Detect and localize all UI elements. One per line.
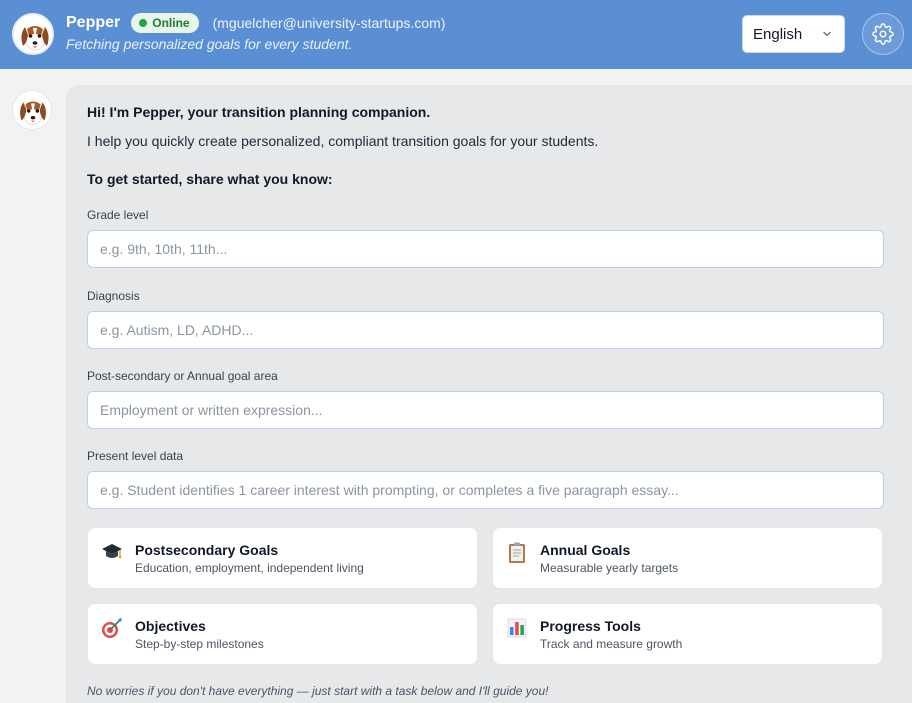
header-subtitle: Fetching personalized goals for every st… (66, 36, 353, 52)
grade-level-label: Grade level (87, 208, 149, 222)
graduation-cap-icon (102, 544, 122, 559)
postsecondary-goals-card[interactable]: Postsecondary Goals Education, employmen… (87, 527, 478, 589)
assistant-avatar (12, 90, 52, 130)
card-title: Postsecondary Goals (135, 542, 279, 558)
diagnosis-label: Diagnosis (87, 289, 140, 303)
annual-goals-card[interactable]: Annual Goals Measurable yearly targets (492, 527, 883, 589)
app-header: Pepper Online (mguelcher@university-star… (0, 0, 912, 69)
goal-area-label: Post-secondary or Annual goal area (87, 369, 278, 383)
greeting-text: Hi! I'm Pepper, your transition planning… (87, 104, 431, 120)
dog-avatar (12, 13, 54, 55)
bar-chart-icon (507, 618, 527, 638)
user-email: (mguelcher@university-startups.com) (212, 15, 446, 31)
status-text: Online (152, 16, 190, 30)
intro-text: I help you quickly create personalized, … (87, 133, 599, 149)
language-value: English (753, 25, 803, 43)
online-dot-icon (139, 19, 148, 27)
footer-note: No worries if you don't have everything … (87, 684, 549, 698)
clipboard-icon (509, 542, 525, 563)
prompt-text: To get started, share what you know: (87, 171, 333, 187)
language-select[interactable]: English (742, 15, 845, 53)
card-title: Annual Goals (540, 542, 631, 558)
settings-button[interactable] (862, 13, 904, 55)
present-level-input[interactable] (87, 471, 884, 509)
status-badge: Online (131, 13, 199, 33)
card-description: Measurable yearly targets (540, 561, 679, 575)
card-title: Progress Tools (540, 618, 641, 634)
objectives-card[interactable]: Objectives Step-by-step milestones (87, 603, 478, 665)
goal-area-input[interactable] (87, 391, 884, 429)
assistant-name: Pepper (66, 14, 121, 31)
target-icon (102, 618, 122, 638)
chevron-down-icon (823, 31, 831, 37)
card-description: Education, employment, independent livin… (135, 561, 364, 575)
gear-icon (872, 23, 894, 45)
progress-tools-card[interactable]: Progress Tools Track and measure growth (492, 603, 883, 665)
card-description: Step-by-step milestones (135, 637, 264, 651)
present-level-label: Present level data (87, 449, 184, 463)
card-description: Track and measure growth (540, 637, 683, 651)
card-title: Objectives (135, 618, 206, 634)
diagnosis-input[interactable] (87, 311, 884, 349)
grade-level-input[interactable] (87, 230, 884, 268)
